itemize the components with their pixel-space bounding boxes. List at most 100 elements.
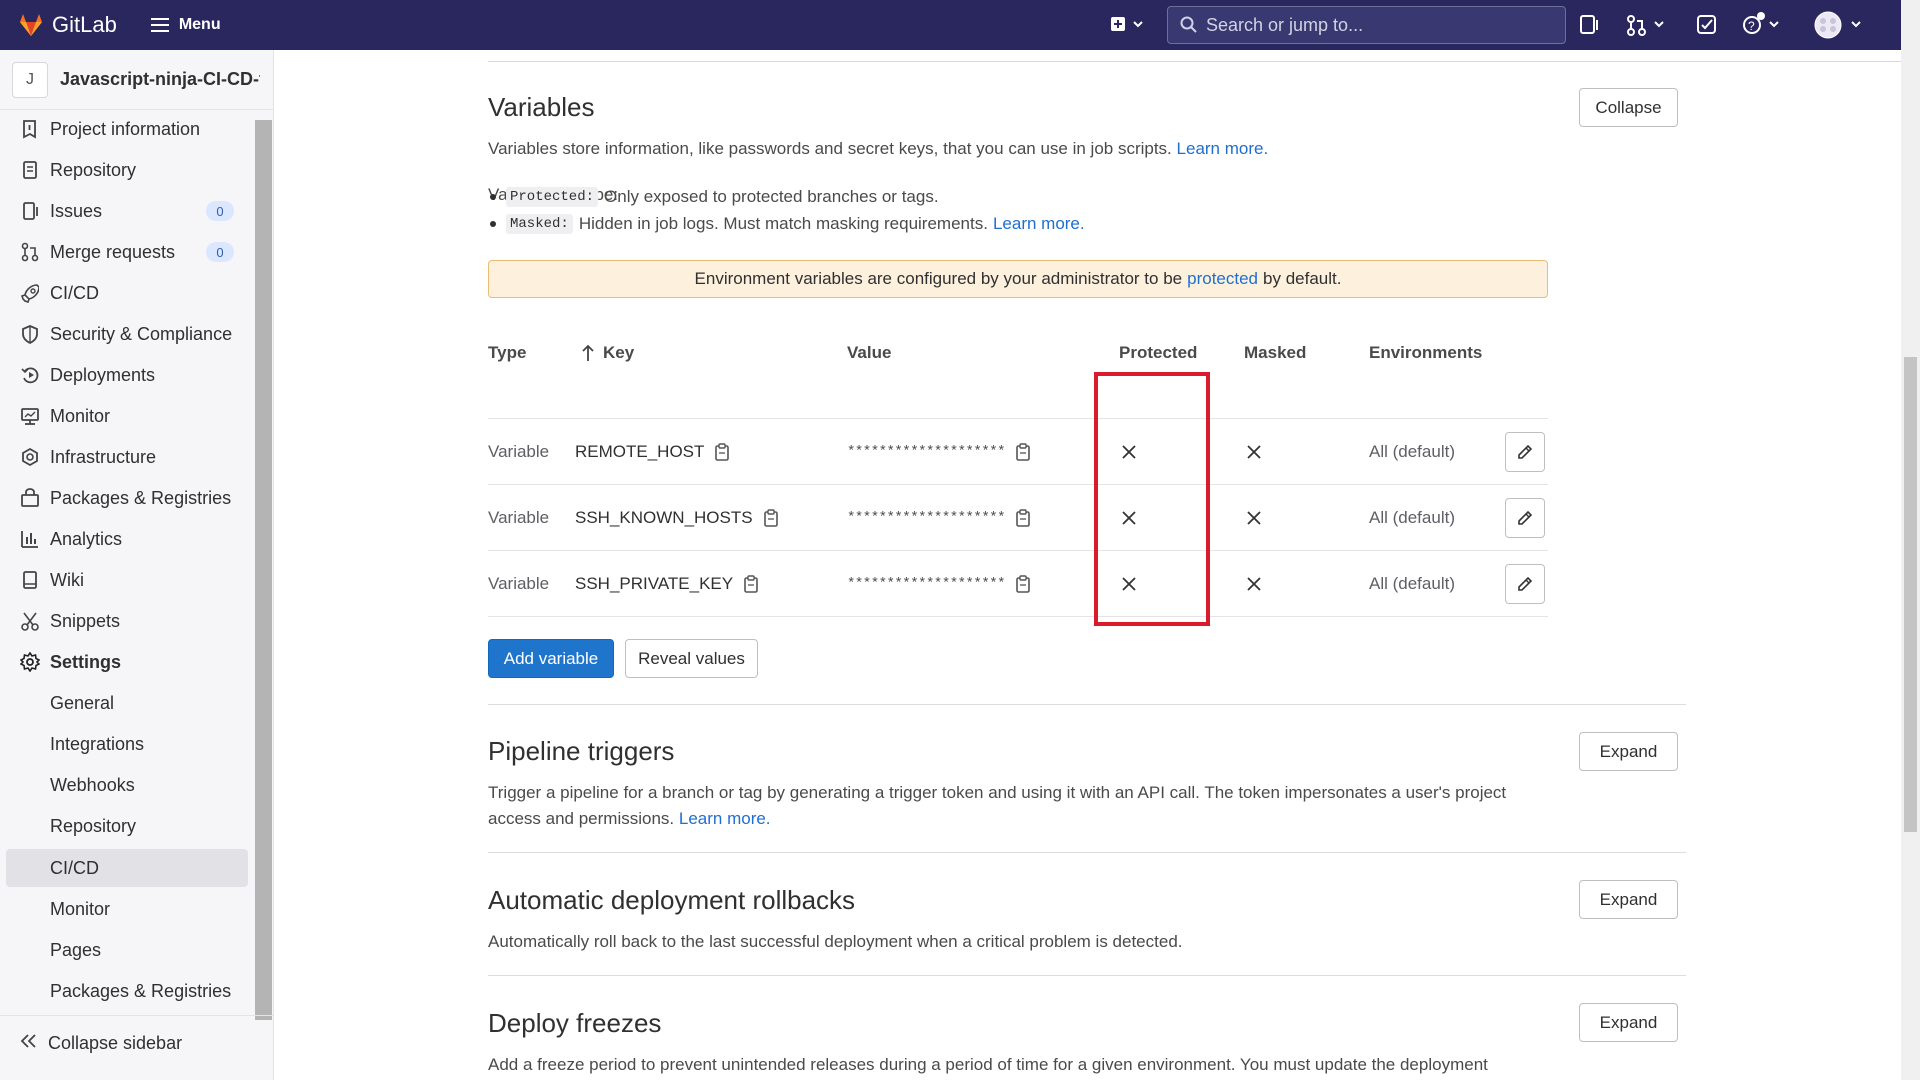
table-row-divider (488, 484, 1548, 485)
sidebar-item-project-information[interactable]: Project information (0, 110, 255, 148)
sidebar-scrollbar[interactable] (255, 120, 272, 1020)
pipeline-triggers-desc-line2: access and permissions. Learn more. (488, 809, 771, 829)
sidebar-subitem-label: Repository (50, 815, 137, 836)
search-input[interactable]: Search or jump to... (1167, 6, 1566, 44)
sidebar-item-label: Project information (50, 118, 201, 139)
sidebar-item-packages-registries[interactable]: Packages & Registries (0, 479, 255, 517)
learn-more-link[interactable]: Learn more. (679, 809, 771, 828)
copy-key-icon[interactable] (714, 442, 730, 462)
sidebar-item-deployments[interactable]: Deployments (0, 356, 255, 394)
pencil-icon (1518, 510, 1533, 525)
page-scrollbar-thumb[interactable] (1904, 357, 1917, 832)
learn-more-link[interactable]: Learn more. (1177, 139, 1269, 158)
variable-key-cell: SSH_KNOWN_HOSTS (575, 503, 779, 533)
settings-sub-monitor[interactable]: Monitor (0, 890, 255, 928)
expand-deploy-freezes-button[interactable]: Expand (1579, 1003, 1678, 1042)
sidebar-item-settings[interactable]: Settings (0, 643, 255, 681)
variable-environment: All (default) (1369, 508, 1455, 527)
sidebar-item-wiki[interactable]: Wiki (0, 561, 255, 599)
variable-environment: All (default) (1369, 442, 1455, 461)
copy-value-icon[interactable] (1015, 508, 1031, 528)
sidebar-item-infrastructure[interactable]: Infrastructure (0, 438, 255, 476)
column-header-key[interactable]: Key (581, 343, 634, 363)
scissors-icon (18, 609, 42, 633)
search-icon (1180, 16, 1197, 33)
list-item: Masked: Hidden in job logs. Must match m… (490, 210, 1085, 237)
masked-code: Masked: (506, 213, 573, 234)
pipeline-triggers-desc-line1: Trigger a pipeline for a branch or tag b… (488, 783, 1507, 802)
settings-sub-pages[interactable]: Pages (0, 931, 255, 969)
rollbacks-title: Automatic deployment rollbacks (488, 885, 856, 915)
pencil-icon (1518, 576, 1533, 591)
sidebar-item-monitor[interactable]: Monitor (0, 397, 255, 435)
menu-label: Menu (178, 16, 221, 33)
cloud-icon (18, 445, 42, 469)
settings-sub-integrations[interactable]: Integrations (0, 725, 255, 763)
pencil-icon (1518, 444, 1533, 459)
variable-type: Variable (488, 508, 550, 527)
todos-nav-button[interactable] (1696, 14, 1718, 36)
table-row-divider (488, 550, 1548, 551)
new-dropdown[interactable] (1110, 14, 1146, 34)
sidebar-item-label: Monitor (50, 405, 111, 426)
sidebar-item-security-compliance[interactable]: Security & Compliance (0, 315, 255, 353)
issues-icon (1580, 15, 1598, 34)
settings-sub-webhooks[interactable]: Webhooks (0, 766, 255, 804)
sidebar-item-issues[interactable]: Issues 0 (0, 192, 255, 230)
sidebar-item-repository[interactable]: Repository (0, 151, 255, 189)
user-menu[interactable] (1814, 11, 1866, 39)
copy-key-icon[interactable] (743, 574, 759, 594)
copy-value-icon[interactable] (1015, 574, 1031, 594)
gear-icon (18, 650, 42, 674)
todo-check-icon (1697, 15, 1716, 34)
sidebar-item-label: Analytics (50, 528, 123, 549)
sidebar-item-merge-requests[interactable]: Merge requests 0 (0, 233, 255, 271)
sidebar-item-cicd[interactable]: CI/CD (0, 274, 255, 312)
rollbacks-desc: Automatically roll back to the last succ… (488, 932, 1183, 951)
list-item: Protected: Only exposed to protected bra… (490, 183, 1085, 210)
masking-learn-more-link[interactable]: Learn more. (993, 214, 1085, 234)
gitlab-logo[interactable]: GitLab (18, 12, 117, 38)
edit-variable-button[interactable] (1505, 432, 1545, 472)
reveal-values-button[interactable]: Reveal values (625, 639, 758, 678)
section-divider (488, 704, 1686, 705)
settings-sub-packages-registries[interactable]: Packages & Registries (0, 972, 255, 1010)
issues-icon (18, 199, 42, 223)
collapse-sidebar-button[interactable]: Collapse sidebar (0, 1015, 274, 1070)
gitlab-tanuki-icon (20, 14, 42, 36)
bullet (490, 193, 496, 200)
project-header[interactable]: J Javascript-ninja-CI-CD-f... (0, 50, 273, 110)
sidebar-item-snippets[interactable]: Snippets (0, 602, 255, 640)
masked-false-x-icon (1244, 574, 1264, 594)
protected-column-highlight (1094, 372, 1210, 626)
edit-variable-button[interactable] (1505, 498, 1545, 538)
sidebar-item-label: Snippets (50, 610, 121, 631)
variables-desc-text: Variables store information, like passwo… (488, 139, 1172, 158)
masked-false-x-icon (1244, 442, 1264, 462)
protected-link[interactable]: protected (1187, 269, 1258, 289)
merge-requests-nav-button[interactable] (1626, 14, 1668, 36)
sidebar-item-analytics[interactable]: Analytics (0, 520, 255, 558)
settings-sub-cicd[interactable]: CI/CD (6, 849, 248, 887)
menu-button[interactable]: Menu (150, 16, 221, 34)
expand-rollbacks-button[interactable]: Expand (1579, 880, 1678, 919)
protected-code: Protected: (506, 186, 599, 207)
book-icon (18, 568, 42, 592)
add-variable-button[interactable]: Add variable (488, 639, 614, 678)
copy-value-icon[interactable] (1015, 442, 1031, 462)
collapse-button[interactable]: Collapse (1579, 88, 1678, 127)
settings-sub-repository[interactable]: Repository (0, 807, 255, 845)
copy-key-icon[interactable] (763, 508, 779, 528)
search-placeholder: Search or jump to... (1206, 14, 1364, 35)
variable-key-cell: REMOTE_HOST (575, 437, 730, 467)
expand-pipeline-triggers-button[interactable]: Expand (1579, 732, 1678, 771)
issues-count-badge: 0 (206, 201, 234, 221)
help-dropdown[interactable]: ? (1742, 12, 1784, 36)
page-scrollbar[interactable] (1901, 0, 1920, 1080)
edit-variable-button[interactable] (1505, 564, 1545, 604)
settings-sub-general[interactable]: General (0, 684, 255, 722)
variables-description: Variables store information, like passwo… (488, 139, 1268, 159)
issues-nav-button[interactable] (1578, 14, 1600, 36)
shield-icon (18, 322, 42, 346)
double-chevron-left-icon (20, 1033, 38, 1054)
